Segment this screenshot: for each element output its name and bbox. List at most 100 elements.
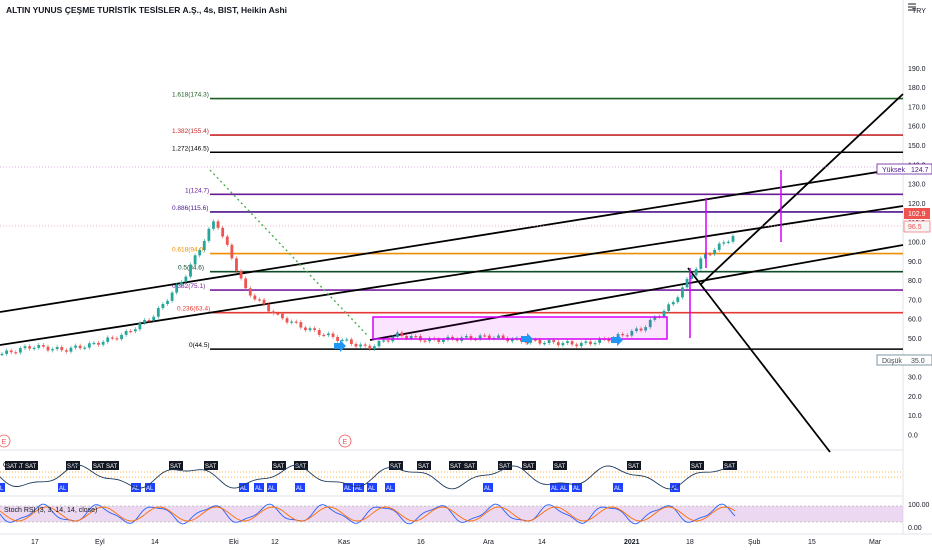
y-tick-label: 180.0 [908, 85, 926, 92]
buy-signal-label: AL [59, 486, 67, 492]
chart-title: ALTIN YUNUS ÇEŞME TURİSTİK TESİSLER A.Ş.… [6, 5, 287, 15]
x-tick-label: 17 [31, 539, 39, 546]
low-label: Düşük [882, 358, 902, 365]
buy-signal-label: AL [355, 486, 363, 492]
candle-body [267, 304, 271, 312]
candle-body [37, 345, 41, 348]
candle-body [202, 240, 206, 251]
chart-canvas[interactable]: ALTIN YUNUS ÇEŞME TURİSTİK TESİSLER A.Ş.… [0, 0, 932, 550]
candle-body [92, 342, 96, 345]
candle-body [317, 330, 321, 335]
buy-signal-label: AL [268, 486, 276, 492]
candle-body [441, 339, 445, 342]
y-tick-label: 170.0 [908, 104, 926, 111]
candle-body [101, 341, 105, 345]
candle-body [0, 353, 4, 356]
sell-signal-label: SAT [628, 464, 640, 470]
buy-signal-label: AL [146, 486, 154, 492]
candle-body [363, 344, 367, 346]
y-tick-label: 70.0 [908, 297, 922, 304]
sell-signal-label: SAT [25, 464, 37, 470]
candle-body [9, 350, 13, 353]
low-label-box: Düşük 35.0 [876, 354, 932, 366]
candle-body [304, 327, 307, 331]
candle-body [538, 339, 542, 344]
candle-body [313, 328, 317, 331]
candle-body [533, 339, 537, 341]
candle-body [276, 313, 280, 315]
candle-body [676, 297, 680, 303]
candle-body [593, 342, 597, 345]
price-axis[interactable] [903, 0, 932, 550]
x-tick-label: 12 [271, 539, 279, 546]
candle-body [262, 299, 266, 305]
buy-signal-label: AL [368, 486, 376, 492]
candle-body [717, 243, 721, 250]
event-marker-1[interactable]: E [0, 434, 11, 448]
event-label-2: E [343, 439, 348, 446]
candle-body [699, 258, 703, 269]
candle-body [681, 287, 684, 298]
high-value: 124.7 [911, 167, 929, 174]
y-tick-label: 10.0 [908, 413, 922, 420]
candle-body [713, 249, 717, 255]
candle-body [290, 321, 294, 323]
candle-body [161, 303, 165, 309]
fib-label: 0.886(115.6) [172, 205, 208, 212]
candle-body [189, 264, 192, 277]
candle-body [331, 333, 335, 337]
candle-body [78, 345, 82, 349]
candle-body [377, 340, 381, 347]
candle-body [671, 302, 675, 305]
fib-label: 1.382(155.4) [172, 128, 209, 135]
candle-body [589, 341, 592, 345]
current-price: 102.9 [908, 211, 926, 218]
sell-signal-label: SAT [93, 464, 105, 470]
candle-body [708, 254, 712, 256]
candle-body [166, 300, 169, 304]
x-tick-label: Kas [338, 539, 351, 546]
candle-body [566, 341, 569, 344]
x-tick-label: 2021 [624, 539, 640, 546]
y-tick-label: 90.0 [908, 259, 922, 266]
candle-body [327, 333, 330, 336]
candle-body [667, 304, 671, 311]
candle-body [423, 340, 427, 342]
candle-body [156, 308, 160, 317]
candle-body [83, 347, 87, 349]
fib-label: 1.272(146.5) [172, 145, 209, 152]
low-value: 35.0 [911, 358, 925, 365]
buy-signal-label: AL [614, 486, 622, 492]
fib-label: 0(44.5) [189, 342, 210, 349]
candle-body [386, 340, 390, 342]
candle-body [281, 313, 284, 319]
candle-body [147, 320, 151, 322]
x-tick-label: 15 [808, 539, 816, 546]
candle-body [662, 310, 666, 317]
candle-body [124, 331, 128, 335]
candle-body [216, 221, 220, 228]
candle-body [368, 345, 372, 349]
candle-body [69, 347, 73, 352]
price-line-box: 96.5 [903, 220, 931, 233]
sell-signal-label: SAT [390, 464, 402, 470]
y-tick-label: 100.0 [908, 240, 926, 247]
event-marker-2[interactable]: E [338, 434, 352, 448]
event-label-1: E [2, 439, 7, 446]
candle-body [271, 311, 275, 314]
buy-signal-label: AL [240, 486, 248, 492]
candle-body [556, 342, 560, 346]
candle-body [28, 346, 31, 349]
buy-signal-label: AL [560, 486, 568, 492]
candle-body [179, 281, 183, 285]
sell-signal-label: SAT [205, 464, 217, 470]
candle-body [152, 316, 156, 321]
stoch-label: Stoch RSI (3, 3, 14, 14, close) [4, 507, 97, 514]
candle-body [543, 343, 546, 345]
candle-body [129, 331, 133, 333]
candle-body [5, 350, 8, 354]
x-tick-label: 16 [417, 539, 425, 546]
candle-body [731, 235, 735, 242]
candle-body [253, 295, 257, 300]
y-tick-label: 60.0 [908, 317, 922, 324]
